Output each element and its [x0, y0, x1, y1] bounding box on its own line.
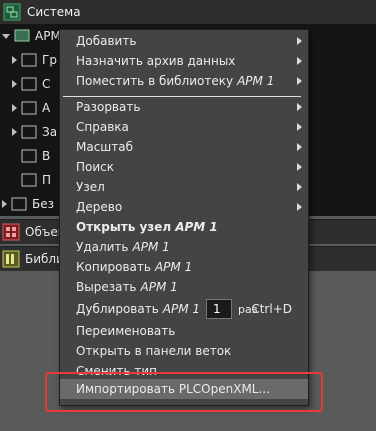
- folder-icon: [21, 173, 37, 187]
- menu-item-cut[interactable]: Вырезать АРМ 1: [60, 277, 308, 297]
- menu-item-assign-archive[interactable]: Назначить архив данных: [60, 51, 308, 71]
- submenu-arrow-icon: [297, 143, 302, 151]
- menu-item-rename[interactable]: Переименовать: [60, 321, 308, 341]
- submenu-arrow-icon: [297, 77, 302, 85]
- tree-item-label: П: [42, 173, 52, 187]
- tree-item[interactable]: За: [12, 120, 57, 144]
- menu-item-expand[interactable]: Разорвать: [60, 97, 308, 117]
- tree-root-label: АРМ: [35, 29, 61, 43]
- submenu-arrow-icon: [297, 123, 302, 131]
- tree-item-label: Без: [32, 197, 54, 211]
- menu-item-open-in-panel[interactable]: Открыть в панели веток: [60, 341, 308, 361]
- folder-icon: [21, 77, 37, 91]
- tree-item-label: С: [42, 77, 51, 91]
- menu-item-add[interactable]: Добавить: [60, 31, 308, 51]
- node-icon: [14, 29, 30, 42]
- menu-item-help[interactable]: Справка: [60, 117, 308, 137]
- submenu-arrow-icon: [297, 163, 302, 171]
- tree-root-item[interactable]: АРМ: [2, 24, 61, 48]
- title-bar: Система: [0, 0, 376, 24]
- submenu-arrow-icon: [297, 103, 302, 111]
- submenu-arrow-icon: [297, 203, 302, 211]
- folder-icon: [21, 125, 37, 139]
- duplicate-count-input[interactable]: 1: [206, 299, 233, 319]
- tree-item-label: А: [42, 101, 51, 115]
- menu-item-to-library[interactable]: Поместить в библиотеку АРМ 1: [60, 71, 308, 91]
- submenu-arrow-icon: [297, 57, 302, 65]
- system-icon: [3, 3, 21, 21]
- library-icon: [2, 250, 20, 268]
- chevron-down-icon[interactable]: [2, 33, 10, 39]
- chevron-right-icon[interactable]: [12, 128, 17, 136]
- menu-item-node[interactable]: Узел: [60, 177, 308, 197]
- folder-icon: [21, 101, 37, 115]
- tree-item-label: Гр: [42, 53, 57, 67]
- menu-item-tree[interactable]: Дерево: [60, 197, 308, 217]
- menu-item-scale[interactable]: Масштаб: [60, 137, 308, 157]
- objects-icon: [2, 223, 20, 241]
- tree-item-label: За: [42, 125, 58, 139]
- menu-item-open-node[interactable]: Открыть узел АРМ 1: [60, 217, 308, 237]
- tree-item[interactable]: В: [21, 144, 50, 168]
- tree-item[interactable]: Без: [2, 192, 54, 216]
- tree-item[interactable]: П: [21, 168, 51, 192]
- submenu-arrow-icon: [297, 183, 302, 191]
- menu-item-search[interactable]: Поиск: [60, 157, 308, 177]
- tree-item[interactable]: Гр: [12, 48, 57, 72]
- menu-item-duplicate[interactable]: Дублировать АРМ 1 1 раз Ctrl+D: [60, 298, 308, 320]
- highlight-box: [45, 372, 323, 412]
- menu-item-copy[interactable]: Копировать АРМ 1: [60, 257, 308, 277]
- menu-item-delete[interactable]: Удалить АРМ 1: [60, 237, 308, 257]
- chevron-right-icon[interactable]: [12, 104, 17, 112]
- duplicate-shortcut: Ctrl+D: [251, 302, 292, 316]
- tree-item-label: В: [42, 149, 51, 163]
- folder-icon: [11, 197, 27, 211]
- submenu-arrow-icon: [297, 37, 302, 45]
- tree-item[interactable]: А: [12, 96, 50, 120]
- context-menu[interactable]: Добавить Назначить архив данных Поместит…: [59, 29, 309, 406]
- chevron-right-icon[interactable]: [12, 56, 17, 64]
- window-title: Система: [27, 5, 81, 19]
- chevron-right-icon[interactable]: [2, 200, 7, 208]
- folder-icon: [21, 149, 37, 163]
- folder-icon: [21, 53, 37, 67]
- chevron-right-icon[interactable]: [12, 80, 17, 88]
- tree-item[interactable]: С: [12, 72, 50, 96]
